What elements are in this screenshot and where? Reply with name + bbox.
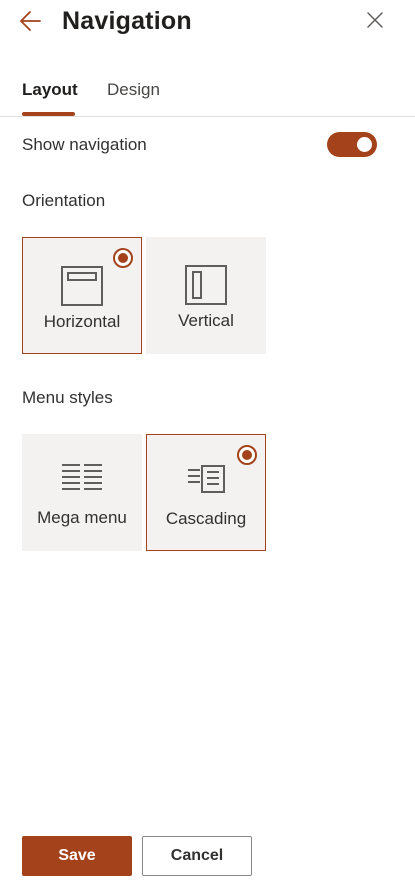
- active-tab-indicator: [22, 112, 75, 116]
- horizontal-layout-icon: [61, 266, 103, 306]
- back-button[interactable]: [18, 8, 48, 34]
- panel-title: Navigation: [62, 7, 192, 35]
- orientation-option-label: Horizontal: [43, 312, 121, 331]
- cancel-button[interactable]: Cancel: [142, 836, 252, 876]
- tab-design[interactable]: Design: [107, 80, 160, 100]
- orientation-option-vertical[interactable]: Vertical: [146, 237, 266, 354]
- menu-style-option-cascading[interactable]: Cascading: [146, 434, 266, 551]
- toggle-knob: [357, 137, 372, 152]
- tab-layout[interactable]: Layout: [22, 80, 78, 100]
- cascading-menu-icon: [188, 465, 225, 493]
- menu-style-option-label: Mega menu: [37, 508, 127, 527]
- close-button[interactable]: [364, 9, 386, 31]
- selected-radio-icon: [113, 248, 133, 268]
- arrow-left-icon: [20, 11, 41, 31]
- show-navigation-label: Show navigation: [22, 135, 147, 154]
- panel-header: Navigation: [0, 0, 415, 44]
- menu-styles-label: Menu styles: [22, 388, 113, 407]
- menu-style-option-label: Cascading: [165, 509, 247, 528]
- orientation-label: Orientation: [22, 191, 106, 210]
- vertical-layout-icon: [185, 265, 227, 305]
- save-button[interactable]: Save: [22, 836, 132, 876]
- menu-style-option-mega-menu[interactable]: Mega menu: [22, 434, 142, 551]
- tab-bar: Layout Design: [0, 70, 415, 117]
- orientation-option-horizontal[interactable]: Horizontal: [22, 237, 142, 354]
- mega-menu-icon: [62, 464, 102, 490]
- orientation-option-label: Vertical: [178, 311, 234, 330]
- show-navigation-toggle[interactable]: [327, 132, 377, 157]
- selected-radio-icon: [237, 445, 257, 465]
- close-icon: [367, 12, 383, 28]
